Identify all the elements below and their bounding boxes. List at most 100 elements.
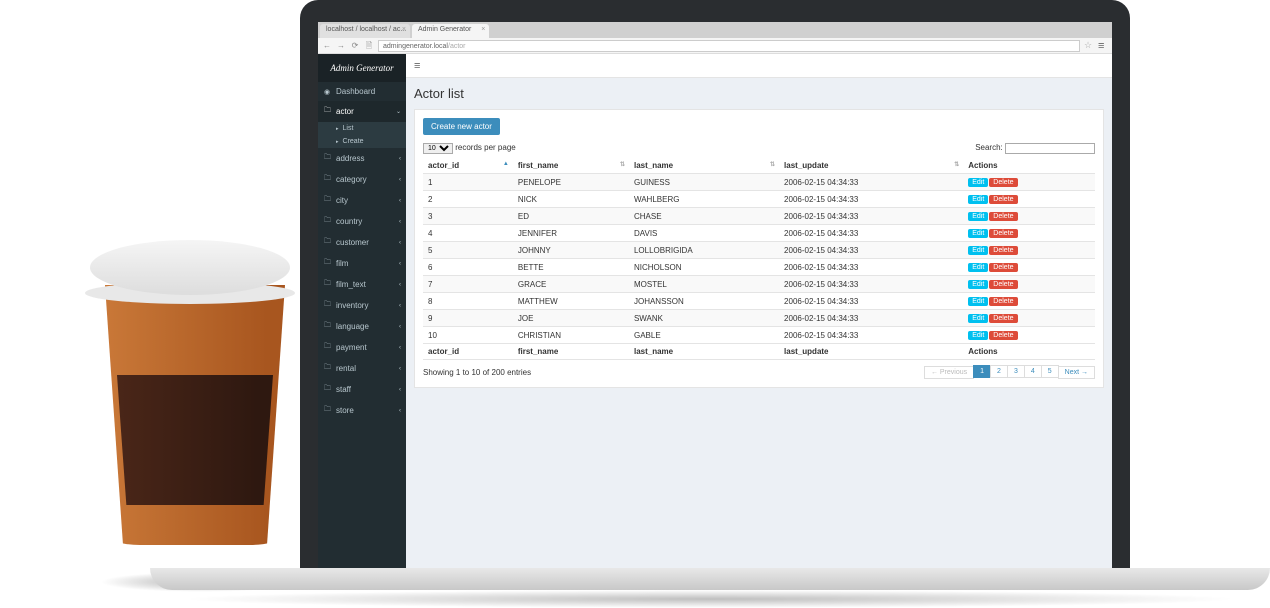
edit-button[interactable]: Edit: [968, 331, 988, 340]
sidebar-item-country[interactable]: 🗀country‹: [318, 211, 406, 232]
sidebar-item-staff[interactable]: 🗀staff‹: [318, 379, 406, 400]
cell-actor-id: 4: [423, 225, 513, 242]
laptop-base: [150, 568, 1270, 590]
folder-icon: 🗀: [324, 258, 332, 269]
sort-icon: ⇅: [620, 161, 625, 168]
browser-tab-bar: localhost / localhost / ac... × Admin Ge…: [318, 22, 1112, 38]
edit-button[interactable]: Edit: [968, 246, 988, 255]
browser-window: localhost / localhost / ac... × Admin Ge…: [318, 22, 1112, 580]
folder-icon: 🗀: [324, 363, 332, 374]
pagination-page-5[interactable]: 5: [1041, 365, 1059, 378]
sidebar-item-label: payment: [336, 343, 367, 352]
column-header-actor_id[interactable]: actor_id▲: [423, 158, 513, 174]
forward-icon[interactable]: →: [336, 41, 346, 51]
coffee-cup: [90, 240, 300, 580]
reload-icon[interactable]: ⟳: [350, 41, 360, 51]
close-icon[interactable]: ×: [481, 26, 485, 33]
datatable-footer: Showing 1 to 10 of 200 entries ← Previou…: [423, 366, 1095, 379]
search-input[interactable]: [1005, 143, 1095, 154]
delete-button[interactable]: Delete: [989, 331, 1017, 340]
sidebar-sub-label: Create: [343, 138, 364, 145]
cell-actor-id: 7: [423, 276, 513, 293]
edit-button[interactable]: Edit: [968, 297, 988, 306]
brand-title: Admin Generator: [318, 54, 406, 82]
folder-icon: 🗀: [324, 321, 332, 332]
delete-button[interactable]: Delete: [989, 314, 1017, 323]
sidebar-item-language[interactable]: 🗀language‹: [318, 316, 406, 337]
cell-last-update: 2006-02-15 04:34:33: [779, 242, 963, 259]
sidebar-subitem-list[interactable]: ▸List: [318, 122, 406, 135]
column-footer-Actions: Actions: [963, 344, 1095, 360]
sidebar-subitem-create[interactable]: ▸Create: [318, 135, 406, 148]
pagination-next[interactable]: Next →: [1058, 366, 1095, 379]
column-header-last_name[interactable]: last_name⇅: [629, 158, 779, 174]
delete-button[interactable]: Delete: [989, 263, 1017, 272]
cell-actions: EditDelete: [963, 242, 1095, 259]
url-input[interactable]: admingenerator.local/actor: [378, 40, 1080, 52]
sidebar-item-label: inventory: [336, 301, 368, 310]
records-per-page-label: records per page: [455, 143, 515, 152]
table-row: 8MATTHEWJOHANSSON2006-02-15 04:34:33Edit…: [423, 293, 1095, 310]
delete-button[interactable]: Delete: [989, 195, 1017, 204]
edit-button[interactable]: Edit: [968, 280, 988, 289]
cell-last-update: 2006-02-15 04:34:33: [779, 310, 963, 327]
folder-icon: 🗀: [324, 384, 332, 395]
sidebar-item-label: store: [336, 406, 354, 415]
edit-button[interactable]: Edit: [968, 314, 988, 323]
sidebar-item-label: film_text: [336, 280, 366, 289]
column-header-first_name[interactable]: first_name⇅: [513, 158, 629, 174]
cell-last-name: NICHOLSON: [629, 259, 779, 276]
records-per-page: 10 records per page: [423, 143, 516, 154]
chevron-left-icon: ‹: [399, 219, 401, 225]
records-per-page-select[interactable]: 10: [423, 143, 453, 154]
browser-tab-active[interactable]: Admin Generator ×: [412, 24, 489, 38]
edit-button[interactable]: Edit: [968, 212, 988, 221]
delete-button[interactable]: Delete: [989, 246, 1017, 255]
pagination-page-3[interactable]: 3: [1007, 365, 1025, 378]
sidebar-item-film_text[interactable]: 🗀film_text‹: [318, 274, 406, 295]
delete-button[interactable]: Delete: [989, 212, 1017, 221]
bookmark-icon[interactable]: ☆: [1084, 40, 1094, 51]
close-icon[interactable]: ×: [402, 26, 406, 33]
cell-actions: EditDelete: [963, 174, 1095, 191]
cell-actor-id: 5: [423, 242, 513, 259]
sidebar-item-actor[interactable]: 🗀actor⌄: [318, 101, 406, 122]
sidebar-item-payment[interactable]: 🗀payment‹: [318, 337, 406, 358]
sidebar-item-customer[interactable]: 🗀customer‹: [318, 232, 406, 253]
sidebar-item-category[interactable]: 🗀category‹: [318, 169, 406, 190]
cell-first-name: GRACE: [513, 276, 629, 293]
cell-first-name: BETTE: [513, 259, 629, 276]
sidebar-item-rental[interactable]: 🗀rental‹: [318, 358, 406, 379]
sidebar-item-address[interactable]: 🗀address‹: [318, 148, 406, 169]
delete-button[interactable]: Delete: [989, 229, 1017, 238]
sidebar-item-city[interactable]: 🗀city‹: [318, 190, 406, 211]
browser-tab[interactable]: localhost / localhost / ac... ×: [320, 24, 410, 38]
column-header-Actions[interactable]: Actions: [963, 158, 1095, 174]
column-footer-last_update: last_update: [779, 344, 963, 360]
delete-button[interactable]: Delete: [989, 178, 1017, 187]
folder-icon: 🗀: [324, 216, 332, 227]
sidebar-item-dashboard[interactable]: ◉ Dashboard: [318, 82, 406, 101]
folder-icon: 🗀: [324, 342, 332, 353]
sidebar-item-film[interactable]: 🗀film‹: [318, 253, 406, 274]
sidebar-item-inventory[interactable]: 🗀inventory‹: [318, 295, 406, 316]
edit-button[interactable]: Edit: [968, 178, 988, 187]
data-panel: Create new actor 10 records per page Sea…: [414, 109, 1104, 388]
delete-button[interactable]: Delete: [989, 280, 1017, 289]
cell-actor-id: 3: [423, 208, 513, 225]
delete-button[interactable]: Delete: [989, 297, 1017, 306]
hamburger-icon[interactable]: ≡: [414, 60, 420, 72]
pagination-page-2[interactable]: 2: [990, 365, 1008, 378]
menu-icon[interactable]: ≡: [1098, 40, 1108, 52]
edit-button[interactable]: Edit: [968, 229, 988, 238]
edit-button[interactable]: Edit: [968, 263, 988, 272]
pagination-page-4[interactable]: 4: [1024, 365, 1042, 378]
create-button[interactable]: Create new actor: [423, 118, 500, 135]
edit-button[interactable]: Edit: [968, 195, 988, 204]
column-header-last_update[interactable]: last_update⇅: [779, 158, 963, 174]
back-icon[interactable]: ←: [322, 41, 332, 51]
pagination: ← Previous 12345 Next →: [925, 366, 1095, 379]
pagination-prev[interactable]: ← Previous: [924, 366, 974, 379]
pagination-page-1[interactable]: 1: [973, 365, 991, 378]
sidebar-item-store[interactable]: 🗀store‹: [318, 400, 406, 421]
